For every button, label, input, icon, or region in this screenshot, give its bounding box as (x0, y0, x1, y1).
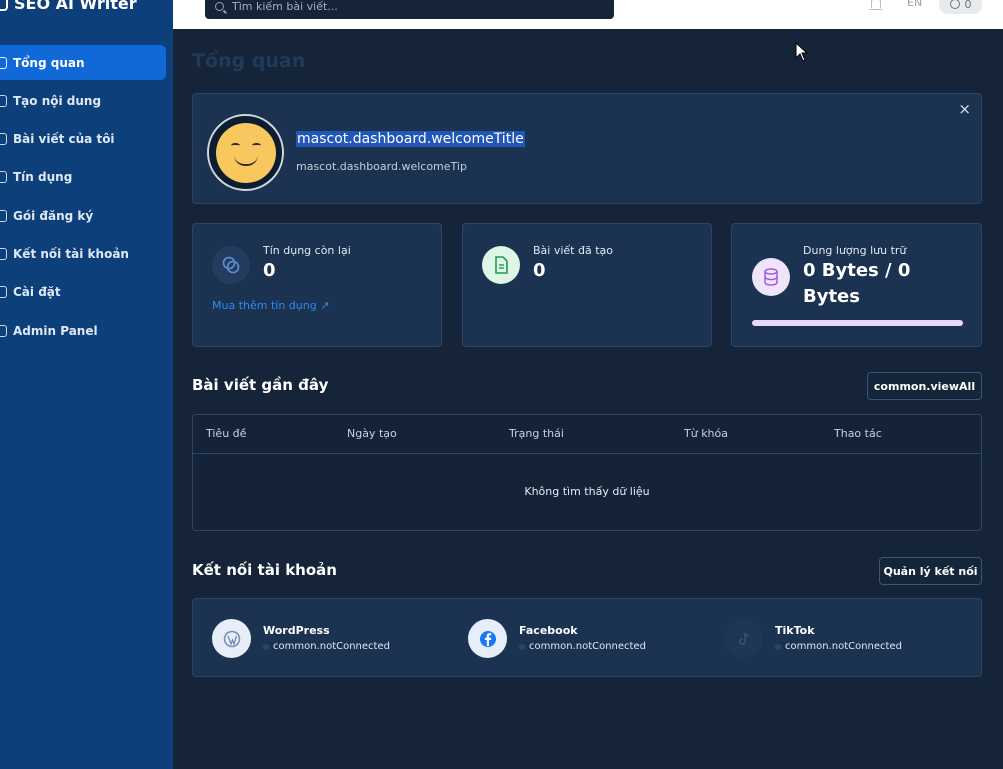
page-title: Tổng quan (192, 50, 306, 72)
account-status: common.notConnected (263, 641, 390, 652)
smiley-icon (215, 122, 276, 183)
account-name: TikTok (775, 624, 815, 637)
account-name: WordPress (263, 624, 330, 637)
sidebar-item-label: Gói đăng ký (13, 208, 94, 223)
language-switch[interactable]: EN (907, 0, 922, 9)
subscription-icon (0, 209, 7, 222)
credits-badge[interactable]: 0 (939, 0, 982, 14)
account-status-text: common.notConnected (273, 641, 390, 652)
brand[interactable]: SEO AI Writer (0, 0, 137, 14)
stat-label: Dung lượng lưu trữ (803, 244, 907, 257)
sidebar-item-label: Tín dụng (13, 170, 73, 185)
stat-card-credits: Tín dụng còn lại 0 Mua thêm tín dụng ↗ (192, 223, 442, 347)
column-header-status[interactable]: Trạng thái (509, 427, 564, 440)
stat-card-articles: Bài viết đã tạo 0 (462, 223, 712, 347)
account-connections-card: WordPress common.notConnected Facebook c… (192, 598, 982, 677)
search-box[interactable] (205, 0, 614, 19)
column-header-title[interactable]: Tiêu đề (206, 427, 246, 440)
sidebar-item-my-articles[interactable]: Bài viết của tôi (0, 122, 166, 157)
search-input[interactable] (232, 0, 592, 13)
brand-name: SEO AI Writer (14, 0, 137, 13)
table-header: Tiêu đề Ngày tạo Trạng thái Từ khóa Thao… (193, 415, 981, 454)
account-name: Facebook (519, 624, 578, 637)
admin-icon (0, 324, 7, 337)
tiktok-icon[interactable] (724, 619, 763, 658)
sidebar-item-label: Admin Panel (13, 323, 98, 338)
sidebar-nav: Tổng quan Tạo nội dung Bài viết của tôi … (0, 45, 166, 351)
sidebar-item-label: Bài viết của tôi (13, 132, 115, 147)
stat-value-line2: Bytes (803, 286, 860, 307)
sidebar-item-credits[interactable]: Tín dụng (0, 160, 166, 195)
sidebar-item-label: Tổng quan (13, 55, 85, 70)
account-status: common.notConnected (775, 641, 902, 652)
welcome-card: mascot.dashboard.welcomeTitle mascot.das… (192, 93, 982, 204)
recent-articles-table: Tiêu đề Ngày tạo Trạng thái Từ khóa Thao… (192, 414, 982, 531)
storage-progress-bar (752, 320, 963, 326)
status-dot (519, 643, 525, 650)
status-dot (263, 643, 269, 650)
welcome-title: mascot.dashboard.welcomeTitle (296, 131, 525, 147)
mascot-avatar (207, 114, 284, 191)
welcome-tip: mascot.dashboard.welcomeTip (296, 160, 467, 173)
sidebar: SEO AI Writer Tổng quan Tạo nội dung Bài… (0, 0, 173, 769)
account-status-text: common.notConnected (785, 641, 902, 652)
account-connections-title: Kết nối tài khoản (192, 561, 337, 579)
wordpress-icon[interactable] (212, 619, 251, 658)
account-status-text: common.notConnected (529, 641, 646, 652)
stat-value-line1: 0 Bytes / 0 (803, 260, 911, 281)
create-icon (0, 94, 7, 107)
bell-icon[interactable] (869, 0, 882, 10)
coins-icon (949, 0, 960, 9)
column-header-created[interactable]: Ngày tạo (347, 427, 397, 440)
dashboard-icon (0, 56, 7, 69)
stat-card-storage: Dung lượng lưu trữ 0 Bytes / 0 Bytes (731, 223, 982, 347)
buy-credits-link[interactable]: Mua thêm tín dụng ↗ (212, 299, 329, 312)
mouse-cursor-icon (795, 42, 809, 62)
manage-connections-button[interactable]: Quản lý kết nối (879, 557, 982, 585)
gear-icon (0, 286, 7, 299)
stat-value: 0 (533, 260, 546, 281)
stat-label: Tín dụng còn lại (263, 244, 351, 257)
logo-icon (0, 0, 8, 11)
empty-state: Không tìm thấy dữ liệu (524, 485, 650, 498)
account-status: common.notConnected (519, 641, 646, 652)
articles-icon (0, 133, 7, 146)
sidebar-item-subscriptions[interactable]: Gói đăng ký (0, 198, 166, 233)
database-icon (752, 258, 790, 296)
stat-value: 0 (263, 260, 276, 281)
document-icon (482, 246, 520, 284)
sidebar-item-label: Tạo nội dung (13, 93, 102, 108)
close-icon[interactable]: × (958, 100, 971, 118)
column-header-keywords[interactable]: Từ khóa (684, 427, 728, 440)
credits-icon (0, 171, 7, 184)
credits-count: 0 (964, 0, 972, 11)
top-bar: EN 0 (173, 0, 1003, 29)
sidebar-item-settings[interactable]: Cài đặt (0, 275, 166, 310)
sidebar-item-create-content[interactable]: Tạo nội dung (0, 83, 166, 118)
status-dot (775, 643, 781, 650)
sidebar-item-label: Kết nối tài khoản (13, 246, 129, 261)
sidebar-item-overview[interactable]: Tổng quan (0, 45, 166, 80)
search-icon (215, 2, 224, 11)
view-all-button[interactable]: common.viewAll (867, 372, 982, 400)
stat-label: Bài viết đã tạo (533, 244, 613, 257)
sidebar-item-admin-panel[interactable]: Admin Panel (0, 313, 166, 348)
recent-articles-title: Bài viết gần đây (192, 376, 329, 394)
sidebar-item-label: Cài đặt (13, 285, 61, 300)
sidebar-item-account-connections[interactable]: Kết nối tài khoản (0, 236, 166, 271)
column-header-actions: Thao tác (834, 427, 882, 440)
facebook-icon[interactable] (468, 619, 507, 658)
coins-icon (212, 246, 250, 284)
link-icon (0, 247, 7, 260)
